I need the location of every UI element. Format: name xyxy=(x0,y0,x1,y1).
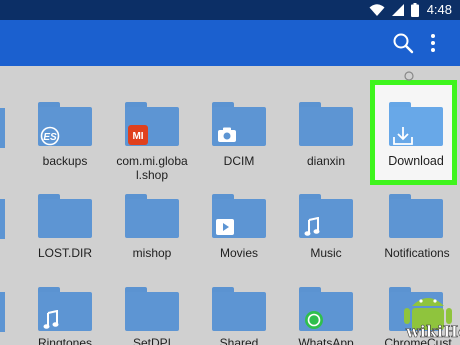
partial-folder-edge[interactable] xyxy=(0,199,5,239)
play-icon xyxy=(216,219,234,235)
wifi-icon xyxy=(369,4,385,16)
partial-folder-edge[interactable] xyxy=(0,108,5,148)
folder-label: Notifications xyxy=(384,246,450,260)
folder-whatsapp[interactable] xyxy=(299,287,353,331)
folder-label: backups xyxy=(42,154,88,168)
svg-text:MI: MI xyxy=(132,131,143,142)
mi-icon: MI xyxy=(128,125,148,145)
svg-text:ES: ES xyxy=(43,132,57,143)
folder-backups[interactable]: ES xyxy=(38,102,92,146)
folder-label: Movies xyxy=(219,246,258,260)
folder-label: com.mi.globa l.shop xyxy=(116,154,188,182)
folder-dianxin[interactable] xyxy=(299,102,353,146)
app-bar xyxy=(0,20,460,66)
folder-label: SetDPI xyxy=(132,336,171,345)
signal-icon xyxy=(391,4,404,16)
partial-folder-edge[interactable] xyxy=(0,292,5,332)
folder-lost-dir[interactable] xyxy=(38,194,92,238)
music-icon xyxy=(304,217,320,236)
folder-dcim[interactable] xyxy=(212,102,266,146)
folder-label: Ringtones xyxy=(37,336,93,345)
status-icons: 4:48 xyxy=(369,1,452,19)
folder-label: mishop xyxy=(132,246,172,260)
folder-label: Music xyxy=(310,246,342,260)
search-icon[interactable] xyxy=(392,32,414,54)
folder-music[interactable] xyxy=(299,194,353,238)
download-icon xyxy=(393,127,413,145)
folder-label: Download xyxy=(388,154,444,168)
folder-com-mi-global-shop[interactable]: MI xyxy=(125,102,179,146)
folder-notifications[interactable] xyxy=(389,194,443,238)
more-vert-icon[interactable] xyxy=(426,32,440,54)
folder-label: LOST.DIR xyxy=(37,246,92,260)
folder-mishop[interactable] xyxy=(125,194,179,238)
battery-icon xyxy=(410,3,419,17)
camera-icon xyxy=(218,127,236,142)
folder-movies[interactable] xyxy=(212,194,266,238)
es-icon: ES xyxy=(40,126,60,146)
folder-shared[interactable] xyxy=(212,287,266,331)
status-bar: 4:48 xyxy=(0,0,460,20)
folder-ringtones[interactable] xyxy=(38,287,92,331)
whatsapp-icon xyxy=(305,311,323,329)
folder-setdpi[interactable] xyxy=(125,287,179,331)
status-time: 4:48 xyxy=(426,2,452,17)
folder-label: Shared xyxy=(219,336,259,345)
refresh-icon xyxy=(404,71,414,81)
music-icon xyxy=(43,310,59,329)
folder-download[interactable] xyxy=(389,102,443,146)
folder-label: WhatsApp xyxy=(298,336,354,345)
folder-label: DCIM xyxy=(223,154,255,168)
folder-label: dianxin xyxy=(306,154,346,168)
watermark-text: wikiHow xyxy=(406,322,460,342)
